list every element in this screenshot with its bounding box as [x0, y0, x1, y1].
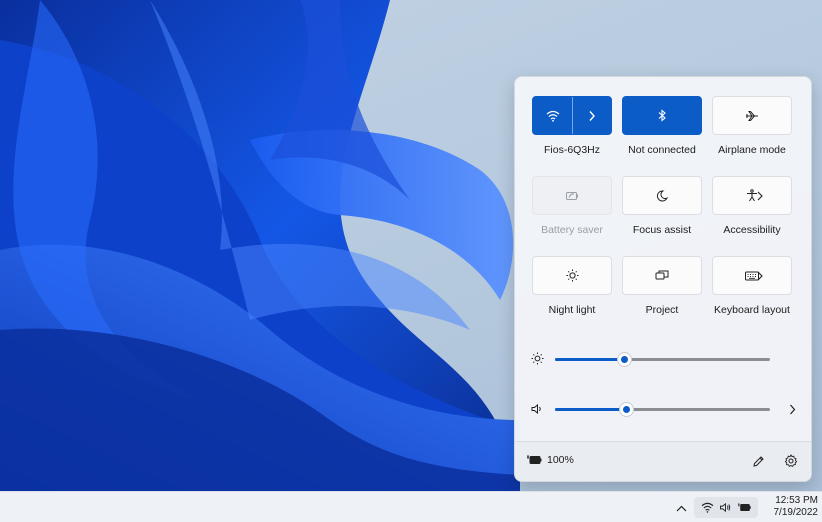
- system-tray-quick-settings-button[interactable]: [694, 497, 758, 518]
- focus-assist-label: Focus assist: [632, 224, 692, 236]
- clock-date: 7/19/2022: [773, 507, 819, 518]
- wifi-toggle[interactable]: [533, 97, 573, 134]
- volume-output-button[interactable]: [785, 402, 799, 416]
- keyboard-layout-tile[interactable]: [712, 256, 792, 295]
- brightness-slider[interactable]: [555, 353, 770, 366]
- brightness-icon: [531, 352, 545, 366]
- speaker-icon: [531, 402, 545, 416]
- focus-assist-tile[interactable]: [622, 176, 702, 215]
- tile-bluetooth-cell: Not connected: [622, 96, 702, 156]
- volume-slider-row: [529, 399, 799, 419]
- tile-keyboard-layout-cell: Keyboard layout: [712, 256, 792, 316]
- taskbar: 12:53 PM 7/19/2022: [0, 491, 822, 522]
- airplane-mode-label: Airplane mode: [718, 144, 786, 156]
- battery-charging-icon: [737, 502, 752, 514]
- chevron-right-icon: [755, 189, 765, 203]
- brightness-slider-fill: [555, 358, 624, 361]
- tile-project-cell: Project: [622, 256, 702, 316]
- wifi-expand-button[interactable]: [573, 97, 611, 134]
- wifi-icon: [700, 502, 714, 514]
- battery-percentage: 100%: [547, 454, 574, 466]
- speaker-icon: [719, 502, 733, 514]
- tile-battery-saver-cell: Battery saver: [532, 176, 612, 236]
- brightness-slider-row: [529, 349, 799, 369]
- show-hidden-icons-button[interactable]: [674, 501, 688, 515]
- keyboard-layout-label: Keyboard layout: [714, 304, 790, 316]
- project-label: Project: [645, 304, 679, 316]
- clock-time: 12:53 PM: [775, 495, 818, 506]
- project-icon: [655, 269, 669, 283]
- quick-settings-footer: 100%: [515, 441, 811, 481]
- chevron-right-icon: [585, 109, 599, 123]
- gear-icon: [784, 454, 798, 468]
- volume-slider-thumb[interactable]: [619, 403, 633, 416]
- edit-quick-settings-button[interactable]: [750, 453, 766, 469]
- wifi-network-label: Fios-6Q3Hz: [543, 144, 600, 156]
- battery-saver-tile[interactable]: [532, 176, 612, 215]
- quick-settings-panel: Fios-6Q3Hz Not connected Airplane mode B…: [514, 76, 812, 482]
- battery-status[interactable]: 100%: [527, 454, 574, 466]
- chevron-right-icon: [789, 404, 795, 414]
- accessibility-label: Accessibility: [723, 224, 781, 236]
- bluetooth-label: Not connected: [628, 144, 696, 156]
- wifi-tile[interactable]: [532, 96, 612, 135]
- bluetooth-icon: [655, 109, 669, 123]
- airplane-mode-tile[interactable]: [712, 96, 792, 135]
- wifi-icon: [546, 109, 560, 123]
- brightness-slider-thumb[interactable]: [617, 353, 631, 366]
- volume-slider[interactable]: [555, 403, 770, 416]
- volume-slider-fill: [555, 408, 626, 411]
- tile-accessibility-cell: Accessibility: [712, 176, 792, 236]
- moon-icon: [655, 189, 669, 203]
- night-light-label: Night light: [548, 304, 596, 316]
- taskbar-clock[interactable]: 12:53 PM 7/19/2022: [762, 495, 819, 519]
- chevron-up-icon: [676, 505, 686, 511]
- accessibility-tile[interactable]: [712, 176, 792, 215]
- battery-saver-label: Battery saver: [541, 224, 603, 236]
- tile-wifi-cell: Fios-6Q3Hz: [532, 96, 612, 156]
- battery-charging-icon: [527, 454, 543, 466]
- pencil-icon: [752, 455, 764, 467]
- bluetooth-tile[interactable]: [622, 96, 702, 135]
- airplane-icon: [745, 109, 759, 123]
- battery-saver-icon: [565, 189, 579, 203]
- project-tile[interactable]: [622, 256, 702, 295]
- settings-button[interactable]: [783, 453, 799, 469]
- sun-icon: [565, 269, 579, 283]
- tile-airplane-cell: Airplane mode: [712, 96, 792, 156]
- chevron-right-icon: [755, 269, 765, 283]
- tile-night-light-cell: Night light: [532, 256, 612, 316]
- night-light-tile[interactable]: [532, 256, 612, 295]
- tile-focus-assist-cell: Focus assist: [622, 176, 702, 236]
